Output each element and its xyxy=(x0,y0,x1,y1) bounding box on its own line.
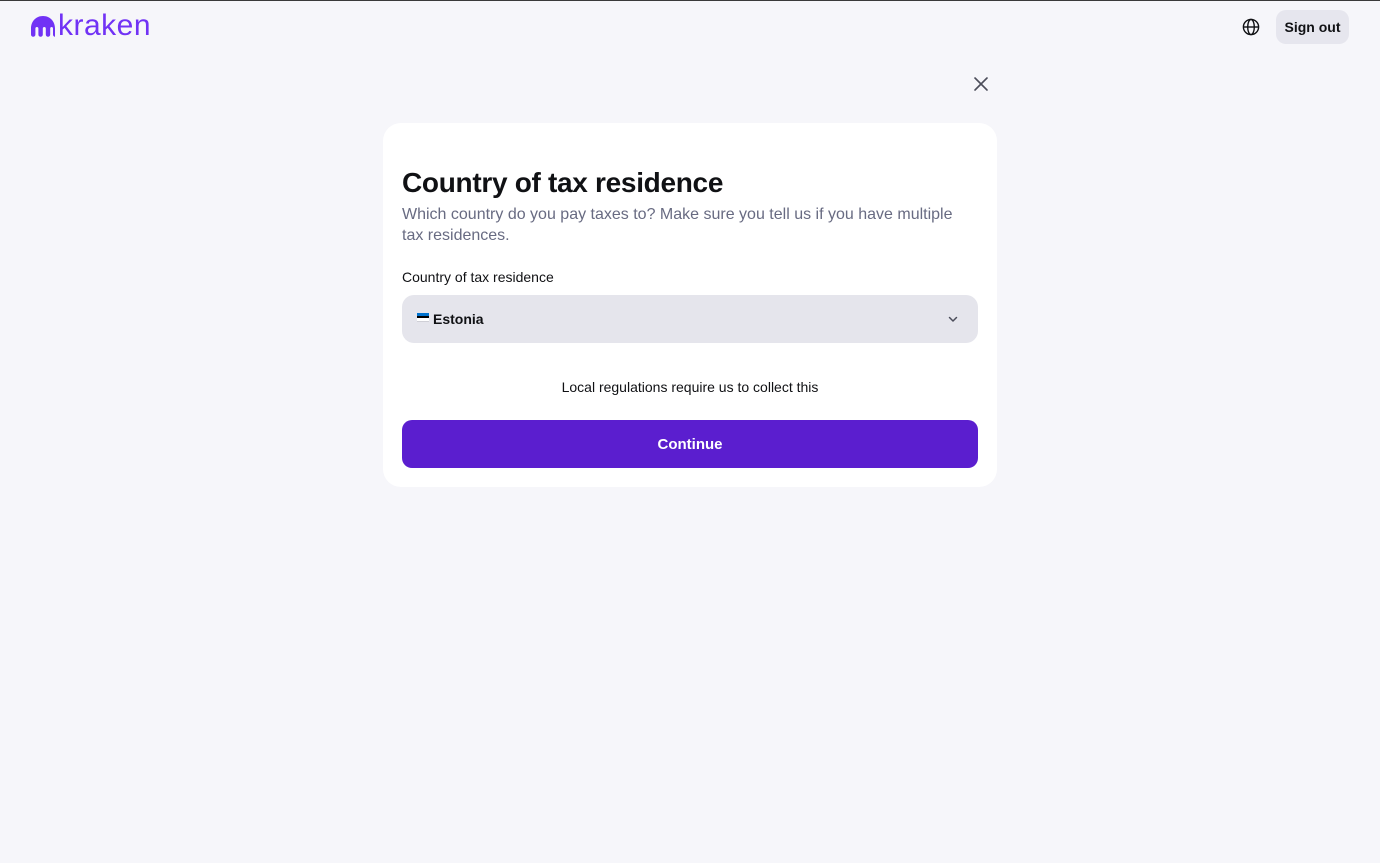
brand-name: kraken xyxy=(58,9,152,42)
tax-residence-card: Country of tax residence Which country d… xyxy=(383,123,997,487)
regulation-notice: Local regulations require us to collect … xyxy=(561,379,819,395)
page-subtitle: Which country do you pay taxes to? Make … xyxy=(402,206,953,244)
chevron-down-icon xyxy=(948,316,958,322)
language-button[interactable] xyxy=(1240,16,1262,38)
sign-out-button[interactable]: Sign out xyxy=(1276,10,1349,44)
selected-country: Estonia xyxy=(433,311,484,327)
page-title: Country of tax residence xyxy=(402,167,724,198)
country-field-label: Country of tax residence xyxy=(402,269,554,285)
close-icon xyxy=(974,77,988,91)
continue-button[interactable]: Continue xyxy=(402,420,978,468)
estonia-flag-icon xyxy=(417,313,429,323)
kraken-logo[interactable]: kraken xyxy=(30,9,152,42)
top-bar: kraken Sign out xyxy=(0,0,1380,54)
globe-icon xyxy=(1242,18,1260,36)
country-select[interactable]: Estonia xyxy=(402,295,978,343)
close-button[interactable] xyxy=(970,73,992,95)
kraken-logo-icon xyxy=(31,16,55,37)
